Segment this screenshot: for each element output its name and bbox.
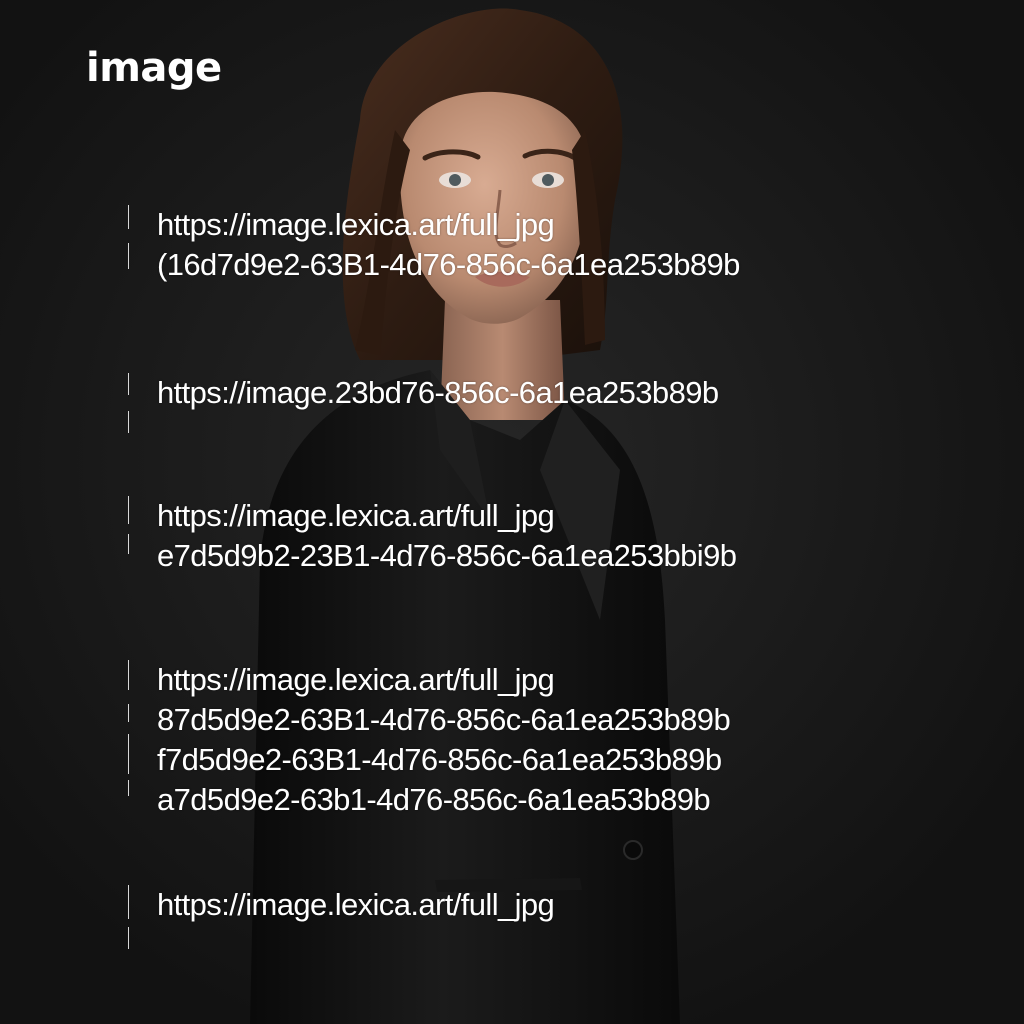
url-line: https://image.lexica.art/full_jpg xyxy=(157,207,555,242)
url-line: a7d5d9e2-63b1-4d76-856c-6a1ea53b89b xyxy=(157,782,711,817)
image-title: image xyxy=(86,45,222,91)
url-line: e7d5d9b2-23B1-4d76-856c-6a1ea253bbi9b xyxy=(157,538,737,573)
url-line: https://image.lexica.art/full_jpg xyxy=(157,662,555,697)
url-line: https://image.lexica.art/full_jpg xyxy=(157,887,555,922)
image-canvas: image https://image.lexica.art/full_jpg … xyxy=(0,0,1024,1024)
url-line: (16d7d9e2-63B1-4d76-856c-6a1ea253b89b xyxy=(157,247,740,282)
url-line: https://image.23bd76-856c-6a1ea253b89b xyxy=(157,375,719,410)
url-line: f7d5d9e2-63B1-4d76-856c-6a1ea253b89b xyxy=(157,742,722,777)
url-line: https://image.lexica.art/full_jpg xyxy=(157,498,555,533)
url-line: 87d5d9e2-63B1-4d76-856c-6a1ea253b89b xyxy=(157,702,731,737)
